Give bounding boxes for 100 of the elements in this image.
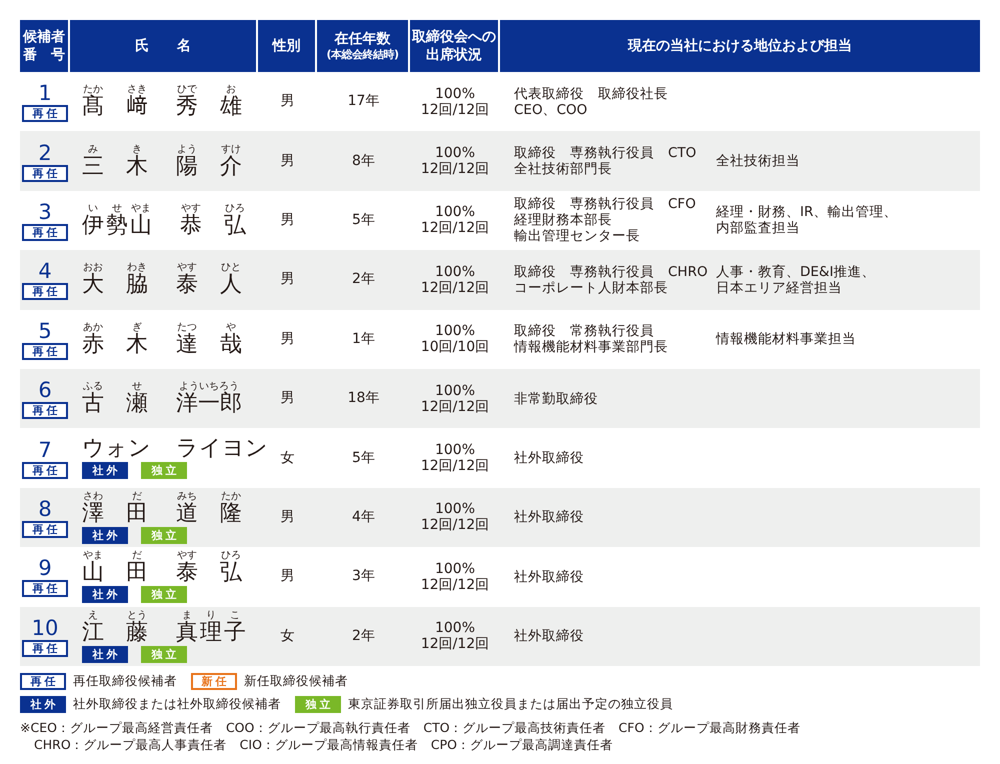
name-text: 人 bbox=[220, 273, 242, 298]
tenure-text: 8年 bbox=[352, 152, 375, 170]
responsibility-text: 情報機能材料事業担当 bbox=[716, 331, 857, 348]
gender-text: 女 bbox=[280, 628, 294, 645]
responsibility-text: 全社技術担当 bbox=[716, 153, 801, 170]
furigana: え bbox=[88, 610, 98, 621]
furigana: せ bbox=[132, 381, 142, 392]
furigana: やま bbox=[83, 550, 103, 562]
position-text: 社外取締役 bbox=[514, 450, 585, 466]
attendance-rate: 100% bbox=[434, 323, 476, 340]
candidate-number: 3 bbox=[38, 200, 52, 224]
name-text: 理 bbox=[200, 620, 222, 645]
column-header: 取締役会への 出席状況 bbox=[410, 20, 500, 72]
furigana: よういちろう bbox=[179, 381, 239, 392]
outside-director-tag: 社外 bbox=[82, 646, 128, 663]
name-text: 澤 bbox=[82, 502, 104, 526]
furigana: やす bbox=[177, 262, 197, 274]
name-text: 田 bbox=[126, 561, 148, 586]
legend-text: 社外取締役または社外取締役候補者 bbox=[73, 696, 281, 713]
name-text: 古 bbox=[82, 392, 104, 416]
furigana: だ bbox=[132, 490, 142, 502]
tenure-text: 5年 bbox=[352, 212, 375, 229]
tenure-text: 2年 bbox=[352, 271, 375, 288]
furigana: たか bbox=[83, 84, 103, 96]
position-text: 取締役 専務執行役員 CFO 経理財務本部長 輸出管理センター長 bbox=[514, 196, 697, 244]
tenure-text: 3年 bbox=[352, 568, 375, 586]
furigana: さき bbox=[127, 84, 147, 96]
name-text: 江 bbox=[82, 620, 104, 645]
candidate-number: 5 bbox=[38, 318, 52, 343]
name-text: ウォン bbox=[82, 437, 151, 462]
independent-director-tag: 独立 bbox=[141, 462, 187, 480]
outside-director-tag: 社外 bbox=[20, 696, 66, 713]
name-text: 真 bbox=[176, 620, 198, 645]
attendance-count: 12回/12回 bbox=[420, 458, 490, 474]
reappointed-badge: 再任 bbox=[20, 672, 66, 690]
furigana: だ bbox=[132, 550, 142, 562]
name-text: 子 bbox=[224, 620, 246, 645]
legend-text: 東京証券取引所届出独立役員または届出予定の独立役員 bbox=[348, 696, 673, 713]
furigana: わき bbox=[127, 262, 147, 274]
candidate-number: 2 bbox=[38, 140, 52, 165]
column-header: 在任年数 (本総会終結時) bbox=[317, 20, 410, 72]
independent-director-tag: 独立 bbox=[141, 646, 187, 663]
gender-text: 男 bbox=[280, 212, 294, 229]
furigana: み bbox=[88, 144, 98, 155]
legend-text: 再任取締役候補者 bbox=[73, 672, 177, 690]
gender-text: 男 bbox=[280, 330, 294, 348]
furigana: き bbox=[132, 144, 142, 155]
attendance-rate: 100% bbox=[434, 264, 476, 280]
candidate-number: 9 bbox=[38, 556, 52, 580]
legend-text: 新任取締役候補者 bbox=[244, 672, 348, 690]
footnote-text: ※CEO：グループ最高経営責任者 COO：グループ最高執行責任者 CTO：グループ最高技術責任者 CFO：グループ最高財務責任者 bbox=[20, 718, 802, 736]
candidate-number: 10 bbox=[32, 616, 58, 640]
position-text: 非常勤取締役 bbox=[514, 390, 599, 407]
furigana: ふる bbox=[83, 381, 103, 392]
attendance-rate: 100% bbox=[434, 442, 476, 458]
reappointed-badge: 再任 bbox=[22, 283, 68, 300]
outside-director-tag: 社外 bbox=[82, 526, 128, 544]
name-text: 伊 bbox=[82, 214, 104, 238]
column-header: 候補者 番 号 bbox=[20, 20, 70, 72]
reappointed-badge: 再任 bbox=[22, 164, 68, 182]
attendance-rate: 100% bbox=[434, 382, 476, 399]
reappointed-badge: 再任 bbox=[22, 105, 68, 122]
name-text: 泰 bbox=[176, 273, 198, 298]
name-text: 山 bbox=[130, 214, 152, 238]
name-text: 木 bbox=[126, 154, 148, 179]
gender-text: 男 bbox=[280, 93, 294, 110]
name-text: 達 bbox=[176, 332, 198, 357]
name-text: 恭 bbox=[180, 214, 202, 238]
furigana: よう bbox=[177, 144, 197, 155]
name-text: 木 bbox=[126, 332, 148, 357]
tenure-text: 17年 bbox=[348, 93, 380, 110]
outside-director-tag: 社外 bbox=[82, 462, 128, 480]
furigana: ひと bbox=[221, 262, 241, 274]
furigana: い bbox=[88, 202, 98, 214]
furigana: ひで bbox=[177, 84, 197, 96]
name-text: 泰 bbox=[176, 561, 198, 586]
name-text: 介 bbox=[220, 154, 242, 179]
tenure-text: 4年 bbox=[352, 508, 375, 526]
independent-director-tag: 独立 bbox=[295, 696, 341, 713]
name-text: 陽 bbox=[176, 154, 198, 179]
reappointed-badge: 再任 bbox=[22, 580, 68, 598]
furigana: や bbox=[226, 322, 236, 333]
candidate-number: 4 bbox=[38, 259, 52, 284]
name-text: 藤 bbox=[126, 620, 148, 645]
furigana: お bbox=[226, 84, 236, 96]
furigana: あか bbox=[83, 322, 103, 333]
name-text: 田 bbox=[126, 502, 148, 526]
reappointed-badge: 再任 bbox=[22, 402, 68, 420]
candidate-number: 7 bbox=[38, 438, 52, 462]
furigana: すけ bbox=[221, 144, 241, 155]
furigana: ひろ bbox=[221, 550, 241, 562]
tenure-text: 1年 bbox=[352, 330, 375, 348]
furigana: とう bbox=[127, 610, 147, 621]
new-appointment-badge: 新任 bbox=[191, 672, 237, 690]
name-text: 髙 bbox=[82, 95, 104, 120]
gender-text: 男 bbox=[280, 508, 294, 526]
attendance-count: 12回/12回 bbox=[420, 517, 490, 534]
furigana: おお bbox=[83, 262, 103, 274]
name-text: 脇 bbox=[126, 273, 148, 298]
furigana: こ bbox=[230, 610, 240, 621]
